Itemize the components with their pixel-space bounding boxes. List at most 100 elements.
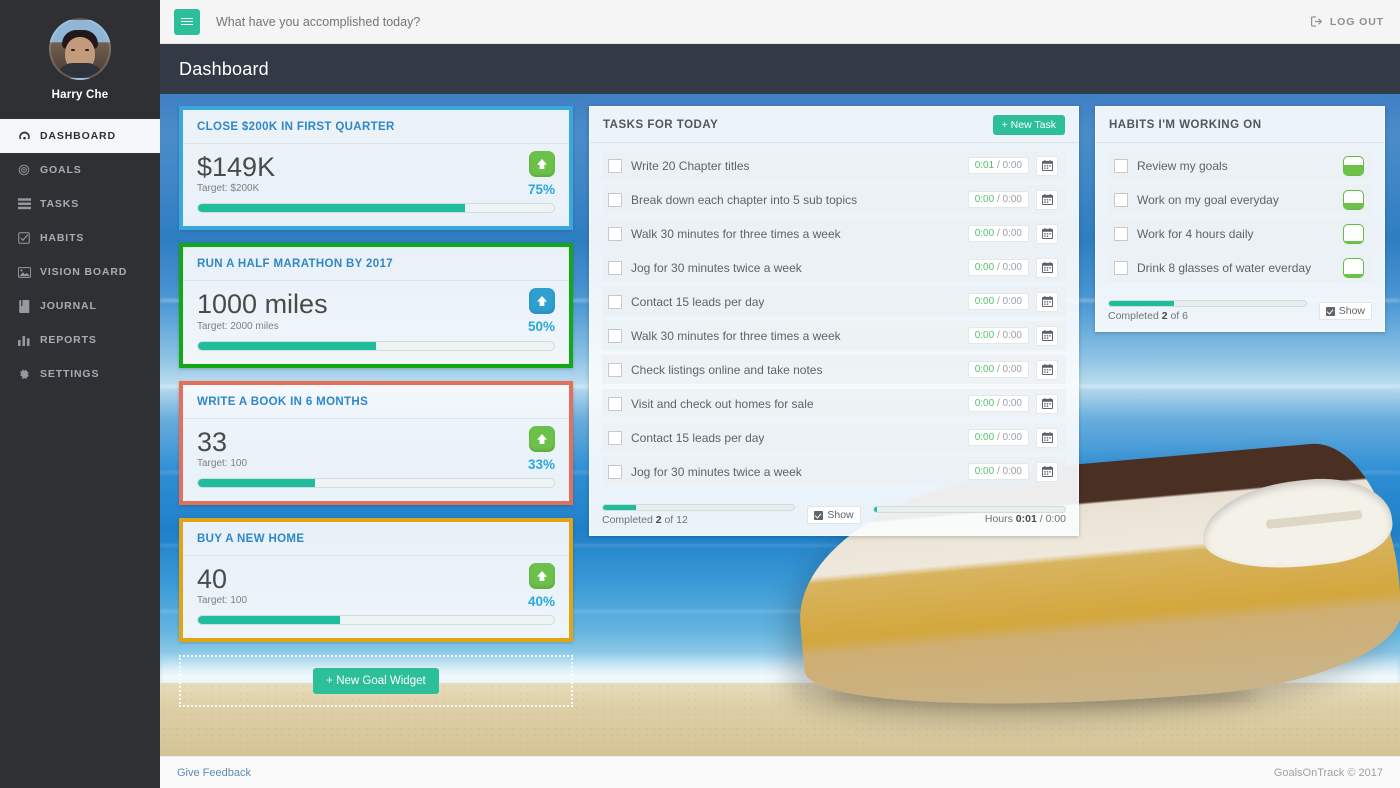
goal-title: BUY A NEW HOME <box>183 522 569 557</box>
logout-label: LOG OUT <box>1329 15 1384 28</box>
task-row[interactable]: Walk 30 minutes for three times a week 0:… <box>602 321 1066 350</box>
sidebar-item-dashboard[interactable]: DASHBOARD <box>0 119 160 153</box>
habit-progress-icon[interactable] <box>1343 155 1364 176</box>
habits-completed-label: Completed 2 of 6 <box>1108 310 1307 322</box>
sidebar-item-reports[interactable]: REPORTS <box>0 323 160 357</box>
tasks-hours-label: Hours 0:01 / 0:00 <box>873 513 1066 525</box>
goal-value: 1000 miles <box>197 289 328 320</box>
goal-value: $149K <box>197 152 276 182</box>
avatar-body <box>57 63 103 78</box>
logout-button[interactable]: LOG OUT <box>1310 15 1384 28</box>
image-icon <box>17 266 31 278</box>
goal-status: 33% <box>528 425 555 472</box>
habit-row[interactable]: Review my goals <box>1108 151 1372 180</box>
task-checkbox[interactable] <box>608 260 622 275</box>
calendar-icon[interactable] <box>1036 325 1058 346</box>
task-time: 0:00 / 0:00 <box>967 259 1029 276</box>
sidebar-item-goals[interactable]: GOALS <box>0 153 160 187</box>
sidebar-item-settings[interactable]: SETTINGS <box>0 357 160 391</box>
arrow-up-icon[interactable] <box>529 563 555 590</box>
arrow-up-icon[interactable] <box>529 288 555 315</box>
avatar[interactable] <box>49 18 111 80</box>
avatar-eye-right <box>85 49 89 51</box>
goal-widget[interactable]: CLOSE $200K IN FIRST QUARTER $149K Targe… <box>179 106 573 231</box>
task-checkbox[interactable] <box>608 294 622 309</box>
checkbox-checked-icon <box>814 510 824 520</box>
task-checkbox[interactable] <box>608 464 622 479</box>
task-row[interactable]: Walk 30 minutes for three times a week 0:… <box>602 219 1066 248</box>
profile-name: Harry Che <box>51 89 109 101</box>
task-row[interactable]: Write 20 Chapter titles 0:01 / 0:00 <box>602 151 1066 180</box>
task-row[interactable]: Check listings online and take notes 0:00… <box>602 355 1066 384</box>
task-time-planned: 0:00 <box>1002 262 1022 273</box>
tasks-hours-bar <box>872 505 1067 513</box>
task-checkbox[interactable] <box>608 158 622 173</box>
task-row[interactable]: Contact 15 leads per day 0:00 / 0:00 <box>602 423 1066 452</box>
calendar-icon[interactable] <box>1036 257 1058 278</box>
give-feedback-link[interactable]: Give Feedback <box>177 767 251 779</box>
task-row[interactable]: Jog for 30 minutes twice a week 0:00 / 0:… <box>602 457 1066 486</box>
goal-widget[interactable]: RUN A HALF MARATHON BY 2017 1000 miles T… <box>179 243 573 368</box>
calendar-icon[interactable] <box>1036 291 1058 312</box>
new-goal-widget-dropzone[interactable]: + New Goal Widget <box>179 655 573 708</box>
task-time: 0:00 / 0:00 <box>967 327 1029 344</box>
goal-widget[interactable]: WRITE A BOOK IN 6 MONTHS 33 Target: 100 … <box>179 380 573 506</box>
sidebar-item-label: TASKS <box>40 198 80 210</box>
habit-checkbox[interactable] <box>1114 192 1128 207</box>
task-label: Jog for 30 minutes twice a week <box>631 260 802 275</box>
habit-row[interactable]: Work on my goal everyday <box>1108 185 1372 214</box>
goal-progress-fill <box>198 616 341 625</box>
accomplishment-input[interactable] <box>216 14 636 29</box>
task-checkbox[interactable] <box>608 226 622 241</box>
task-row[interactable]: Break down each chapter into 5 sub topic… <box>602 185 1066 214</box>
profile-block: Harry Che <box>0 0 160 111</box>
tasks-show-toggle[interactable]: Show <box>807 506 861 524</box>
task-row[interactable]: Visit and check out homes for sale 0:00 /… <box>602 389 1066 418</box>
habit-label: Work on my goal everyday <box>1137 192 1279 207</box>
sidebar-item-habits[interactable]: HABITS <box>0 221 160 255</box>
task-checkbox[interactable] <box>608 328 622 343</box>
sidebar-item-tasks[interactable]: TASKS <box>0 187 160 221</box>
arrow-up-icon[interactable] <box>529 151 555 177</box>
habit-progress-icon[interactable] <box>1343 257 1364 278</box>
task-row[interactable]: Jog for 30 minutes twice a week 0:00 / 0:… <box>602 253 1066 282</box>
task-row[interactable]: Contact 15 leads per day 0:00 / 0:00 <box>602 287 1066 316</box>
calendar-icon[interactable] <box>1036 393 1058 414</box>
task-checkbox[interactable] <box>608 430 622 445</box>
habit-progress-icon[interactable] <box>1343 223 1364 244</box>
new-task-button[interactable]: + New Task <box>992 114 1065 135</box>
habit-checkbox[interactable] <box>1114 260 1128 275</box>
task-time: 0:00 / 0:00 <box>967 293 1029 310</box>
goal-status: 75% <box>528 151 555 197</box>
calendar-icon[interactable] <box>1036 223 1058 244</box>
sidebar-item-journal[interactable]: JOURNAL <box>0 289 160 323</box>
calendar-icon[interactable] <box>1036 359 1058 380</box>
calendar-icon[interactable] <box>1036 461 1058 482</box>
hamburger-icon[interactable] <box>174 8 200 35</box>
goal-status: 50% <box>528 288 555 334</box>
habits-show-toggle[interactable]: Show <box>1318 302 1372 320</box>
sidebar-item-vision-board[interactable]: VISION BOARD <box>0 255 160 289</box>
calendar-icon[interactable] <box>1036 427 1058 448</box>
habit-row[interactable]: Work for 4 hours daily <box>1108 219 1372 248</box>
new-goal-widget-button[interactable]: + New Goal Widget <box>313 668 439 695</box>
goal-progress-fill <box>198 479 316 488</box>
task-checkbox[interactable] <box>608 396 622 411</box>
calendar-icon[interactable] <box>1036 155 1058 176</box>
tasks-list: Write 20 Chapter titles 0:01 / 0:00 Break … <box>590 143 1078 497</box>
habit-row[interactable]: Drink 8 glasses of water everday <box>1108 253 1372 282</box>
goal-body: 33 Target: 100 33% <box>183 419 569 501</box>
calendar-icon[interactable] <box>1036 189 1058 210</box>
dashboard-icon <box>17 130 31 143</box>
goal-progress-fill <box>198 341 376 350</box>
habit-progress-icon[interactable] <box>1343 189 1364 210</box>
task-checkbox[interactable] <box>608 192 622 207</box>
goal-progress-bar <box>197 340 555 351</box>
tasks-panel-title: TASKS FOR TODAY <box>603 118 719 131</box>
arrow-up-icon[interactable] <box>529 425 555 452</box>
habits-completed-bar <box>1108 300 1307 307</box>
goal-widget[interactable]: BUY A NEW HOME 40 Target: 100 40% <box>179 518 573 643</box>
habit-checkbox[interactable] <box>1114 226 1128 241</box>
task-checkbox[interactable] <box>608 362 622 377</box>
habit-checkbox[interactable] <box>1114 158 1128 173</box>
